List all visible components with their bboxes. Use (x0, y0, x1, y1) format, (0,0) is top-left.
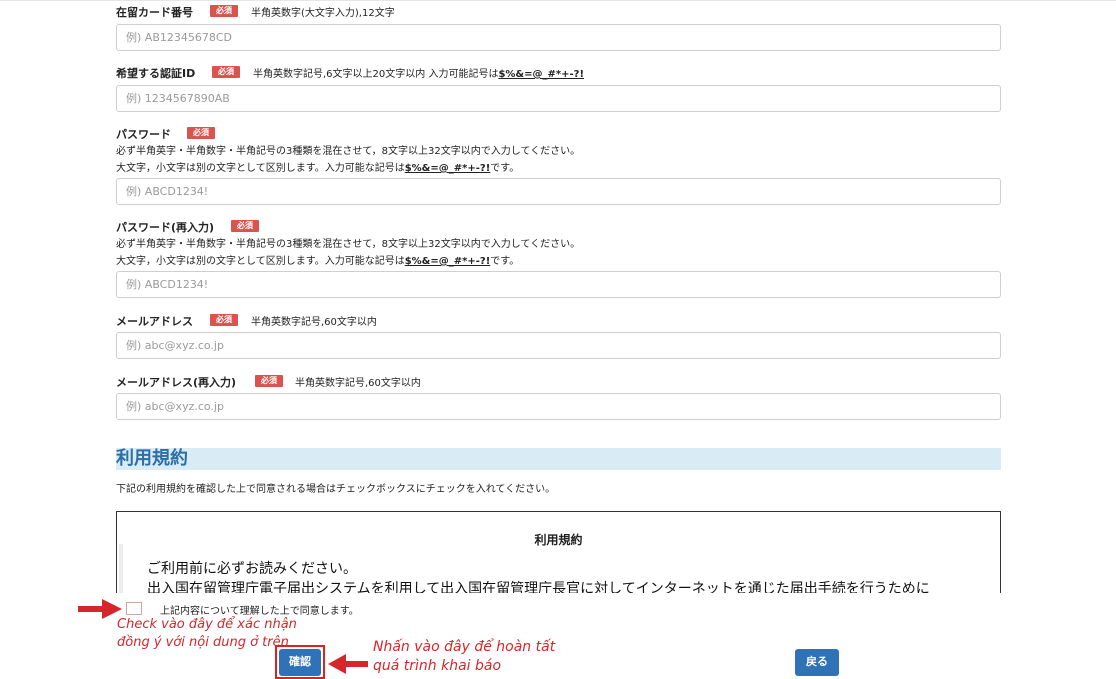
terms-text-line: 出入国在留管理庁電子届出システムを利用して出入国在留管理庁長官に対してインターネ… (147, 581, 930, 593)
email-confirm-label: メールアドレス(再入力) (116, 376, 237, 389)
email-input[interactable] (116, 332, 1001, 359)
residence-card-input[interactable] (116, 24, 1001, 51)
password-confirm-desc-2: 大文字，小文字は別の文字として区別します。入力可能な記号は$%&=@_#*+-?… (116, 256, 520, 267)
top-divider (0, 0, 1116, 1)
agree-checkbox[interactable] (126, 602, 142, 615)
required-badge: 必須 (210, 314, 238, 326)
email-confirm-hint: 半角英数字記号,60文字以内 (295, 378, 421, 389)
terms-section-desc: 下記の利用規約を確認した上で同意される場合はチェックボックスにチェックを入れてく… (116, 484, 556, 495)
email-label: メールアドレス (116, 315, 193, 328)
password-desc-1: 必ず半角英字・半角数字・半角記号の3種類を混在させて，8文字以上32文字以内で入… (116, 146, 581, 157)
check-annotation-line2: đồng ý với nội dung ở trên (117, 635, 289, 650)
terms-section-title: 利用規約 (116, 448, 188, 469)
password-confirm-label: パスワード(再入力) (116, 221, 215, 234)
terms-scroll-box[interactable]: 利用規約 ご利用前に必ずお読みください。 出入国在留管理庁電子届出システムを利用… (116, 511, 1001, 593)
terms-text-line: ご利用前に必ずお読みください。 (147, 561, 357, 577)
agree-label: 上記内容について理解した上で同意します。 (160, 606, 359, 617)
residence-card-label: 在留カード番号 (116, 6, 193, 19)
email-confirm-input[interactable] (116, 393, 1001, 420)
required-badge: 必須 (212, 66, 240, 78)
required-badge: 必須 (231, 220, 259, 232)
back-button[interactable]: 戻る (795, 649, 839, 676)
password-desc-2: 大文字，小文字は別の文字として区別します。入力可能な記号は$%&=@_#*+-?… (116, 163, 520, 174)
auth-id-input[interactable] (116, 85, 1001, 112)
terms-scrollbar[interactable] (119, 544, 123, 593)
terms-section-header (116, 448, 1001, 470)
terms-box-title: 利用規約 (534, 533, 583, 547)
required-badge: 必須 (187, 127, 215, 139)
password-confirm-input[interactable] (116, 271, 1001, 298)
password-input[interactable] (116, 178, 1001, 205)
required-badge: 必須 (210, 5, 238, 17)
confirm-annotation-line2: quá trình khai báo (373, 658, 502, 674)
residence-card-hint: 半角英数字(大文字入力),12文字 (251, 8, 395, 19)
check-annotation-line1: Check vào đây để xác nhận (117, 617, 297, 632)
confirm-annotation-line1: Nhấn vào đây để hoàn tất (373, 639, 556, 655)
email-hint: 半角英数字記号,60文字以内 (251, 317, 377, 328)
auth-id-label: 希望する認証ID (116, 67, 196, 80)
arrow-left-icon (328, 654, 368, 674)
password-confirm-desc-1: 必ず半角英字・半角数字・半角記号の3種類を混在させて，8文字以上32文字以内で入… (116, 239, 581, 250)
password-label: パスワード (116, 128, 171, 141)
confirm-button[interactable]: 確認 (279, 649, 321, 676)
required-badge: 必須 (255, 375, 283, 387)
auth-id-hint: 半角英数字記号,6文字以上20文字以内 入力可能記号は$%&=@_#*+-?! (253, 69, 585, 80)
